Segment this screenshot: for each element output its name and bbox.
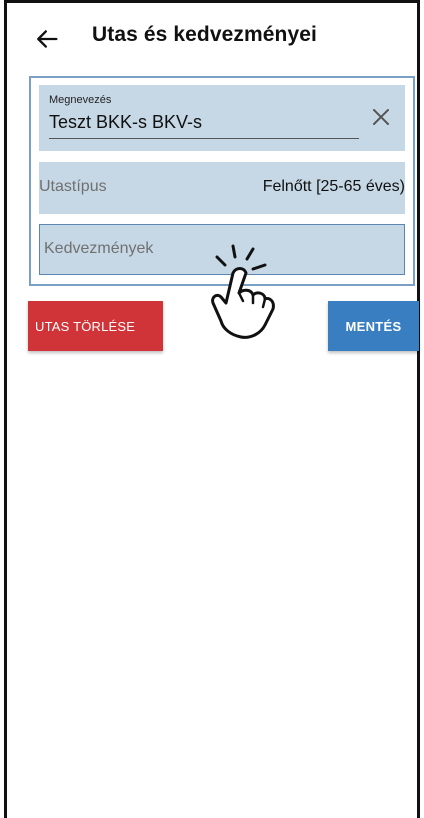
passenger-form-panel: Megnevezés Teszt BKK-s BKV-s Utastípus F… [29,76,415,286]
save-button[interactable]: MENTÉS [328,301,419,351]
discounts-placeholder: Kedvezmények [44,240,154,257]
close-icon[interactable] [369,105,393,129]
passenger-type-value: Felnőtt [25-65 éves) [262,178,405,195]
arrow-left-icon[interactable] [33,25,61,53]
delete-passenger-button[interactable]: UTAS TÖRLÉSE [28,301,163,351]
passenger-type-field[interactable]: Utastípus Felnőtt [25-65 éves) [39,162,405,214]
page-title: Utas és kedvezményei [92,23,317,46]
app-bar: Utas és kedvezményei [7,3,417,73]
name-field-label: Megnevezés [49,94,112,106]
phone-screen: Utas és kedvezményei Megnevezés Teszt BK… [4,0,420,818]
name-input[interactable]: Teszt BKK-s BKV-s [49,112,359,139]
discounts-field[interactable]: Kedvezmények [39,224,405,275]
name-field[interactable]: Megnevezés Teszt BKK-s BKV-s [39,85,405,151]
passenger-type-label: Utastípus [39,178,107,195]
